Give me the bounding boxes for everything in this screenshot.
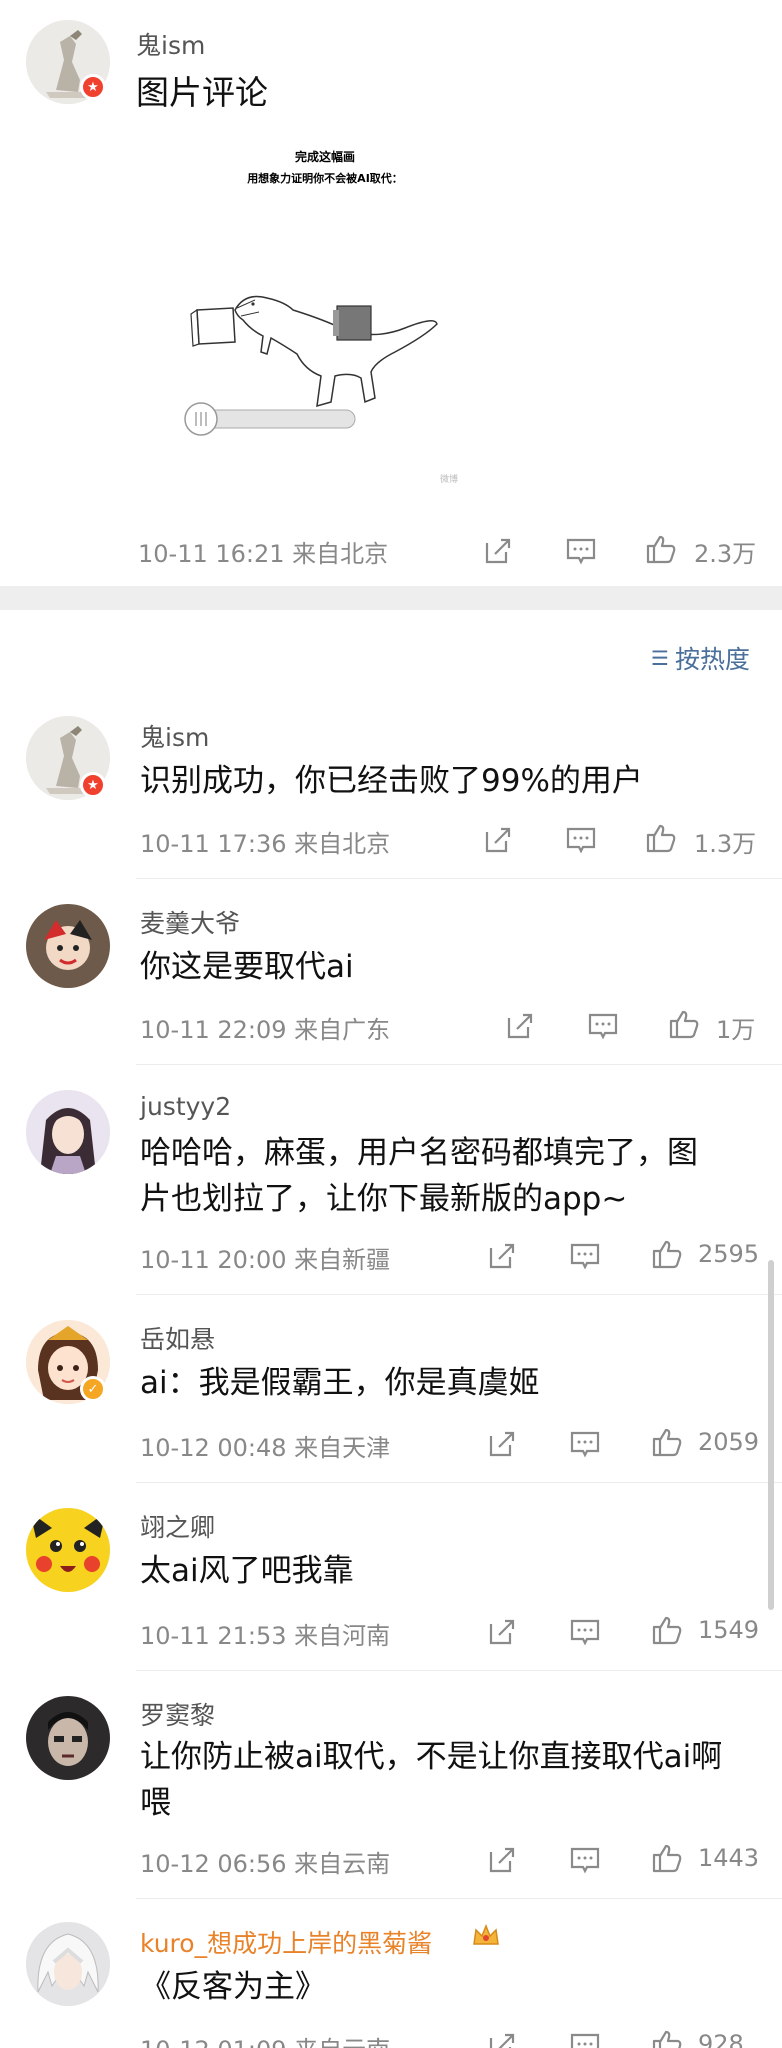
comment-divider	[136, 1064, 782, 1065]
post-like-count: 2.3万	[694, 540, 757, 568]
comment-icon[interactable]	[569, 1844, 601, 1876]
comment-meta: 10-11 20:00 来自新疆	[140, 1246, 391, 1274]
share-icon[interactable]	[486, 1844, 518, 1876]
dinosaur-drawing	[184, 295, 438, 436]
sort-label: 按热度	[674, 645, 750, 674]
verified-badge-icon: ★	[80, 772, 106, 798]
comment-text-line-1: 让你防止被ai取代，不是让你直接取代ai啊	[140, 1739, 723, 1775]
comment-text: 《反客为主》	[140, 1969, 326, 2005]
like-icon[interactable]	[651, 2028, 683, 2048]
comment-text: 识别成功，你已经击败了99%的用户	[140, 763, 643, 799]
comment-text-line-2: 片也划拉了，让你下最新版的app~	[140, 1181, 628, 1217]
comment-icon[interactable]	[569, 2030, 601, 2048]
comment-divider	[136, 1294, 782, 1295]
share-icon[interactable]	[482, 535, 514, 567]
crown-badge-icon	[470, 1920, 502, 1952]
comment-avatar[interactable]	[26, 1508, 110, 1592]
comment-meta: 10-11 21:53 来自河南	[140, 1622, 391, 1650]
like-icon[interactable]	[651, 1842, 683, 1874]
comment-text-line-2: 喂	[140, 1785, 171, 1821]
share-icon[interactable]	[486, 1240, 518, 1272]
comment-divider	[136, 1670, 782, 1671]
post-image[interactable]: 完成这幅画 用想象力证明你不会被AI取代： 微博	[175, 140, 560, 495]
like-icon[interactable]	[668, 1008, 700, 1040]
section-divider	[0, 586, 782, 610]
verified-badge-icon: ✓	[80, 1376, 106, 1402]
comment-avatar[interactable]	[26, 1922, 110, 2006]
share-icon[interactable]	[504, 1010, 536, 1042]
like-icon[interactable]	[651, 1238, 683, 1270]
comment-meta: 10-12 00:48 来自天津	[140, 1434, 391, 1462]
like-icon[interactable]	[645, 533, 677, 565]
comment-author[interactable]: 麦羹大爷	[140, 904, 240, 940]
comment-meta: 10-11 22:09 来自广东	[140, 1016, 391, 1044]
verified-badge-icon: ★	[80, 74, 106, 100]
share-icon[interactable]	[486, 1428, 518, 1460]
like-icon[interactable]	[645, 822, 677, 854]
comment-icon[interactable]	[569, 1428, 601, 1460]
comment-avatar[interactable]	[26, 1090, 110, 1174]
comment-divider	[136, 878, 782, 879]
comment-like-count: 1443	[698, 1844, 760, 1872]
comment-meta: 10-11 17:36 来自北京	[140, 830, 391, 858]
pikachu-avatar-image	[26, 1508, 110, 1592]
comment-author[interactable]: 岳如悬	[140, 1320, 215, 1356]
image-watermark: 微博	[440, 475, 459, 485]
comment-icon[interactable]	[565, 824, 597, 856]
comment-avatar[interactable]	[26, 904, 110, 988]
sort-button[interactable]: ☰ 按热度	[651, 640, 750, 676]
post-card: ★ 鬼ism 图片评论 完成这幅画 用想象力证明你不会被AI取代： 微博 10-…	[0, 0, 782, 584]
comment-text: ai：我是假霸王，你是真虞姬	[140, 1365, 540, 1401]
dark-face-avatar-image	[26, 1696, 110, 1780]
comment-icon[interactable]	[569, 1240, 601, 1272]
sort-icon: ☰	[651, 646, 669, 670]
anime-character-avatar-image	[26, 1090, 110, 1174]
comment-like-count: 1549	[698, 1616, 760, 1644]
comment-like-count: 2595	[698, 1240, 760, 1268]
like-icon[interactable]	[651, 1426, 683, 1458]
scrollbar[interactable]	[768, 1260, 774, 1610]
comment-like-count: 2059	[698, 1428, 760, 1456]
comment-icon[interactable]	[587, 1010, 619, 1042]
share-icon[interactable]	[482, 824, 514, 856]
like-icon[interactable]	[651, 1614, 683, 1646]
comment-divider	[136, 1898, 782, 1899]
comment-meta: 10-12 01:09 来自云南	[140, 2030, 390, 2048]
comment-author[interactable]: kuro_想成功上岸的黑菊酱	[140, 1924, 432, 1960]
comment-author[interactable]: 罗窦黎	[140, 1696, 215, 1732]
comment-text: 你这是要取代ai	[140, 949, 354, 985]
clown-avatar-image	[26, 904, 110, 988]
comment-icon[interactable]	[569, 1616, 601, 1648]
comment-like-count: 1万	[716, 1016, 756, 1044]
comment-avatar[interactable]	[26, 1696, 110, 1780]
comment-like-count: 928	[698, 2030, 744, 2048]
comment-text: 太ai风了吧我靠	[140, 1553, 354, 1589]
comment-author[interactable]: 鬼ism	[140, 718, 209, 754]
comment-author[interactable]: justyy2	[140, 1092, 231, 1121]
comment-divider	[136, 1482, 782, 1483]
comment-author[interactable]: 翊之卿	[140, 1508, 215, 1544]
post-title: 图片评论	[136, 73, 268, 112]
share-icon[interactable]	[486, 1616, 518, 1648]
comment-like-count: 1.3万	[694, 830, 757, 858]
post-author-name[interactable]: 鬼ism	[136, 26, 205, 62]
white-hair-character-avatar-image	[26, 1922, 110, 2006]
post-meta: 10-11 16:21 来自北京	[138, 540, 389, 568]
comment-icon[interactable]	[565, 535, 597, 567]
comment-meta: 10-12 06:56 来自云南	[140, 1850, 391, 1878]
comment-text-line-1: 哈哈哈，麻蛋，用户名密码都填完了，图	[140, 1135, 698, 1171]
share-icon[interactable]	[486, 2030, 518, 2048]
